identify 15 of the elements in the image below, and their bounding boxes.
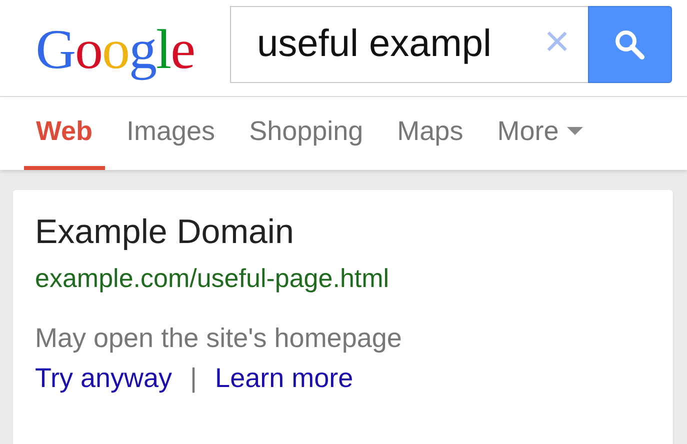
caret-icon [566,127,583,136]
search-button[interactable] [588,6,672,83]
tab[interactable]: Web [24,97,105,170]
link[interactable]: Try anyway [35,358,172,399]
tab[interactable]: More [485,97,595,170]
tab[interactable]: Shopping [237,97,376,170]
tab[interactable]: Maps [385,97,476,170]
separator: | [189,362,198,396]
logo: Google [34,22,196,78]
tab[interactable]: Images [114,97,228,170]
result-url: example.com/useful-page.html [35,262,390,295]
search-icon [613,28,647,62]
result-snippet: May open the site's homepage [35,322,403,355]
result-title[interactable]: Example Domain [35,212,651,253]
link[interactable]: Learn more [215,358,354,399]
